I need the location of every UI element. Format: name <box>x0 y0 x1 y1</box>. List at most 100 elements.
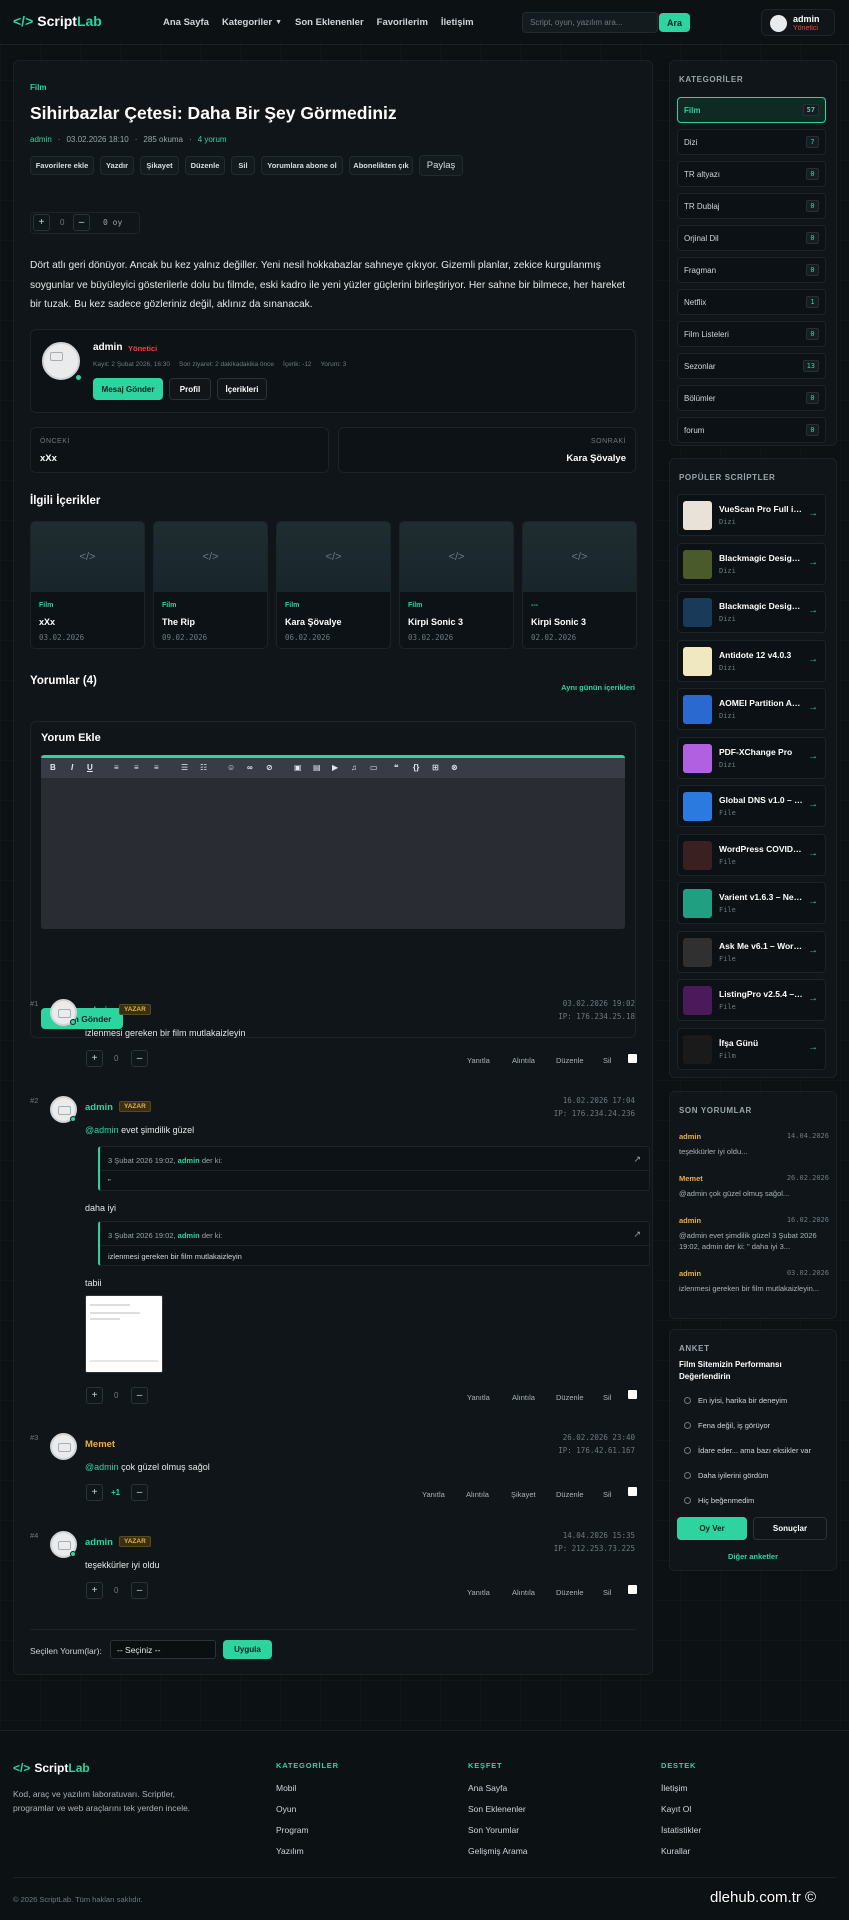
quote-button[interactable]: Alıntıla <box>466 1490 489 1499</box>
author-contents-button[interactable]: İçerikleri <box>217 378 267 400</box>
select-checkbox[interactable] <box>628 1585 637 1594</box>
mention-link[interactable]: @admin <box>85 1125 119 1135</box>
share-button[interactable]: Paylaş <box>419 155 463 176</box>
edit-comment-button[interactable]: Düzenle <box>556 1056 584 1065</box>
mention-link[interactable]: @admin <box>85 1462 119 1472</box>
comment-author[interactable]: Memet <box>85 1439 115 1450</box>
bulk-action-select[interactable]: -- Seçiniz -- <box>110 1640 216 1659</box>
bullet-list-icon[interactable]: ☰ <box>181 763 188 772</box>
footer-link[interactable]: Son Eklenenler <box>468 1804 526 1814</box>
select-checkbox[interactable] <box>628 1054 637 1063</box>
nav-favorites[interactable]: Favorilerim <box>377 17 428 28</box>
sidebar-category-item[interactable]: forum 0 <box>677 417 826 443</box>
align-center-icon[interactable]: ≡ <box>134 763 139 772</box>
delete-comment-button[interactable]: Sil <box>603 1490 611 1499</box>
sidebar-category-item[interactable]: Sezonlar 13 <box>677 353 826 379</box>
vote-up-button[interactable]: + <box>86 1387 103 1404</box>
delete-comment-button[interactable]: Sil <box>603 1056 611 1065</box>
poll-option[interactable]: Fena değil, iş görüyor <box>684 1421 770 1430</box>
vote-down-button[interactable]: – <box>131 1387 148 1404</box>
sidebar-category-item[interactable]: TR altyazı 0 <box>677 161 826 187</box>
next-post-link[interactable]: SONRAKİ Kara Şövalye <box>338 427 636 473</box>
nav-contact[interactable]: İletişim <box>441 17 474 28</box>
popular-item[interactable]: Blackmagic Design DaVinci Dizi → <box>677 542 826 585</box>
link-icon[interactable]: ∞ <box>247 763 253 772</box>
message-button[interactable]: Mesaj Gönder <box>93 378 163 400</box>
post-comment-count[interactable]: 4 yorum <box>198 135 227 144</box>
recent-comment[interactable]: Memet 26.02.2026 @admin çok güzel olmuş sa… <box>679 1174 829 1199</box>
poll-option[interactable]: Daha iyilerini gördüm <box>684 1471 768 1480</box>
vote-up-button[interactable]: + <box>33 214 50 231</box>
edit-button[interactable]: Düzenle <box>185 156 225 175</box>
quote-user[interactable]: admin <box>178 1231 200 1240</box>
vote-up-button[interactable]: + <box>86 1582 103 1599</box>
delete-comment-button[interactable]: Sil <box>603 1588 611 1597</box>
related-card[interactable]: </> Film Kara Şövalye 06.02.2026 <box>276 521 391 649</box>
footer-link[interactable]: Oyun <box>276 1804 296 1814</box>
popular-item[interactable]: PDF-XChange Pro Dizi → <box>677 736 826 779</box>
music-icon[interactable]: ♫ <box>351 763 357 772</box>
bulk-apply-button[interactable]: Uygula <box>223 1640 272 1659</box>
comment-author[interactable]: admin <box>85 1005 113 1016</box>
sidebar-category-item[interactable]: Film Listeleri 0 <box>677 321 826 347</box>
image-icon[interactable]: ▣ <box>294 763 302 772</box>
align-left-icon[interactable]: ≡ <box>114 763 119 772</box>
clear-format-icon[interactable]: ⊗ <box>451 763 458 772</box>
unlink-icon[interactable]: ⊘ <box>266 763 273 772</box>
edit-comment-button[interactable]: Düzenle <box>556 1393 584 1402</box>
reply-button[interactable]: Yanıtla <box>422 1490 445 1499</box>
comment-image[interactable] <box>85 1295 163 1373</box>
italic-icon[interactable]: I <box>71 763 73 772</box>
popular-item[interactable]: AOMEI Partition Assistant Dizi → <box>677 688 826 730</box>
vote-down-button[interactable]: – <box>131 1582 148 1599</box>
subscribe-button[interactable]: Yorumlara abone ol <box>261 156 343 175</box>
comment-editor[interactable] <box>41 755 625 929</box>
video-icon[interactable]: ▶ <box>332 763 338 772</box>
related-card[interactable]: </> Film Kirpi Sonic 3 03.02.2026 <box>399 521 514 649</box>
search-input[interactable]: Script, oyun, yazılım ara... <box>522 12 658 33</box>
code-icon[interactable]: {} <box>413 763 419 772</box>
poll-option[interactable]: İdare eder... ama bazı eksikler var <box>684 1446 811 1455</box>
search-button[interactable]: Ara <box>659 13 690 32</box>
recent-comment[interactable]: admin 14.04.2026 teşekkürler iyi oldu... <box>679 1132 829 1157</box>
reply-button[interactable]: Yanıtla <box>467 1393 490 1402</box>
post-author[interactable]: admin <box>30 135 52 144</box>
media-icon[interactable]: ▤ <box>313 763 321 772</box>
footer-link[interactable]: İstatistikler <box>661 1825 701 1835</box>
edit-comment-button[interactable]: Düzenle <box>556 1588 584 1597</box>
footer-link[interactable]: Kayıt Ol <box>661 1804 691 1814</box>
footer-logo[interactable]: </> Script Lab <box>13 1761 90 1775</box>
sidebar-category-item[interactable]: Netflix 1 <box>677 289 826 315</box>
prev-post-link[interactable]: ÖNCEKİ xXx <box>30 427 329 473</box>
delete-button[interactable]: Sil <box>231 156 255 175</box>
footer-link[interactable]: Program <box>276 1825 309 1835</box>
table-icon[interactable]: ⊞ <box>432 763 439 772</box>
comment-author[interactable]: admin <box>85 1102 113 1113</box>
user-menu[interactable]: admin Yönetici <box>761 9 835 36</box>
quote-button[interactable]: Alıntıla <box>512 1588 535 1597</box>
poll-option[interactable]: En iyisi, harika bir deneyim <box>684 1396 787 1405</box>
popular-item[interactable]: Antidote 12 v4.0.3 Dizi → <box>677 639 826 682</box>
related-card[interactable]: </> Film xXx 03.02.2026 <box>30 521 145 649</box>
numbered-list-icon[interactable]: ☷ <box>200 763 207 772</box>
sidebar-category-item[interactable]: Dizi 7 <box>677 129 826 155</box>
vote-down-button[interactable]: – <box>73 214 90 231</box>
footer-link[interactable]: Ana Sayfa <box>468 1783 507 1793</box>
popular-item[interactable]: WordPress COVID-19 File → <box>677 833 826 876</box>
popular-item[interactable]: VueScan Pro Full indir Dizi → <box>677 494 826 536</box>
poll-option[interactable]: Hiç beğenmedim <box>684 1496 754 1505</box>
report-comment-button[interactable]: Şikayet <box>511 1490 536 1499</box>
bold-icon[interactable]: B <box>50 763 56 772</box>
select-checkbox[interactable] <box>628 1390 637 1399</box>
sidebar-category-item[interactable]: Bölümler 0 <box>677 385 826 411</box>
reply-button[interactable]: Yanıtla <box>467 1056 490 1065</box>
recent-comment[interactable]: admin 03.02.2026 izlenmesi gereken bir fil… <box>679 1269 829 1294</box>
comment-author[interactable]: admin <box>85 1537 113 1548</box>
site-logo[interactable]: </> Script Lab <box>13 13 102 29</box>
nav-categories[interactable]: Kategoriler ▼ <box>222 17 282 28</box>
quote-user[interactable]: admin <box>178 1156 200 1165</box>
quote-button[interactable]: Alıntıla <box>512 1393 535 1402</box>
footer-link[interactable]: İletişim <box>661 1783 687 1793</box>
sidebar-category-item[interactable]: Film 57 <box>677 97 826 123</box>
vote-up-button[interactable]: + <box>86 1050 103 1067</box>
